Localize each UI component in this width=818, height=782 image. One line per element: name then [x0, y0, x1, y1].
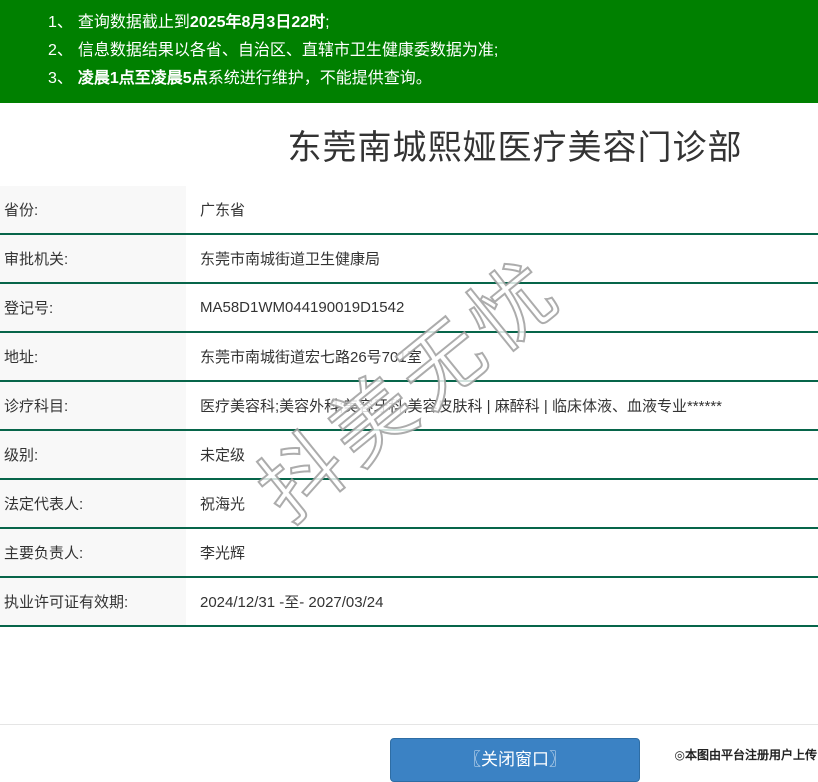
notice-number: 2、	[48, 42, 73, 59]
notice-line: 1、查询数据截止到2025年8月3日22时;	[48, 9, 818, 37]
notice-bold-text: 2025年8月3日22时	[190, 14, 325, 31]
row-value: MA58D1WM044190019D1542	[200, 284, 404, 331]
table-row-medical-subjects: 诊疗科目: 医疗美容科;美容外科;美容牙科;美容皮肤科 | 麻醉科 | 临床体液…	[0, 382, 818, 431]
close-window-button[interactable]: 〖关闭窗口〗	[390, 738, 640, 782]
table-row-address: 地址: 东莞市南城街道宏七路26号701室	[0, 333, 818, 382]
row-value: 东莞市南城街道宏七路26号701室	[200, 333, 422, 380]
row-label: 审批机关:	[0, 235, 186, 282]
table-row-registration-number: 登记号: MA58D1WM044190019D1542	[0, 284, 818, 333]
notice-number: 1、	[48, 14, 73, 31]
row-label: 级别:	[0, 431, 186, 478]
table-row-main-person-in-charge: 主要负责人: 李光辉	[0, 529, 818, 578]
notice-text: 信息数据结果以各省、自治区、直辖市卫生健康委数据为准;	[78, 42, 498, 59]
institution-info-table: 省份: 广东省 审批机关: 东莞市南城街道卫生健康局 登记号: MA58D1WM…	[0, 186, 818, 627]
row-value: 广东省	[200, 186, 245, 233]
page: 1、查询数据截止到2025年8月3日22时; 2、信息数据结果以各省、自治区、直…	[0, 0, 818, 782]
row-value: 李光辉	[200, 529, 245, 576]
row-label: 法定代表人:	[0, 480, 186, 527]
notice-line: 3、凌晨1点至凌晨5点系统进行维护，不能提供查询。	[48, 65, 818, 93]
row-label: 诊疗科目:	[0, 382, 186, 429]
table-row-province: 省份: 广东省	[0, 186, 818, 235]
row-label: 登记号:	[0, 284, 186, 331]
notice-number: 3、	[48, 70, 73, 87]
row-label: 主要负责人:	[0, 529, 186, 576]
table-row-license-validity: 执业许可证有效期: 2024/12/31 -至- 2027/03/24	[0, 578, 818, 627]
row-label: 地址:	[0, 333, 186, 380]
row-label: 执业许可证有效期:	[0, 578, 186, 625]
table-row-legal-representative: 法定代表人: 祝海光	[0, 480, 818, 529]
notice-text: ;	[325, 14, 329, 31]
notice-bold-text: 凌晨1点至凌晨5点	[78, 70, 208, 87]
upload-note-watermark: ◎本图由平台注册用户上传	[675, 746, 817, 763]
notice-text: 查询数据截止到	[78, 14, 190, 31]
table-row-approval-authority: 审批机关: 东莞市南城街道卫生健康局	[0, 235, 818, 284]
notice-line: 2、信息数据结果以各省、自治区、直辖市卫生健康委数据为准;	[48, 37, 818, 65]
row-value: 祝海光	[200, 480, 245, 527]
row-label: 省份:	[0, 186, 186, 233]
row-value: 未定级	[200, 431, 245, 478]
page-title: 东莞南城熙娅医疗美容门诊部	[0, 103, 818, 186]
row-value: 医疗美容科;美容外科;美容牙科;美容皮肤科 | 麻醉科 | 临床体液、血液专业*…	[200, 382, 722, 429]
row-value: 东莞市南城街道卫生健康局	[200, 235, 380, 282]
notice-text: 系统进行维护，不能提供查询。	[208, 70, 432, 87]
notice-bar: 1、查询数据截止到2025年8月3日22时; 2、信息数据结果以各省、自治区、直…	[0, 0, 818, 103]
table-row-level: 级别: 未定级	[0, 431, 818, 480]
row-value: 2024/12/31 -至- 2027/03/24	[200, 578, 383, 625]
